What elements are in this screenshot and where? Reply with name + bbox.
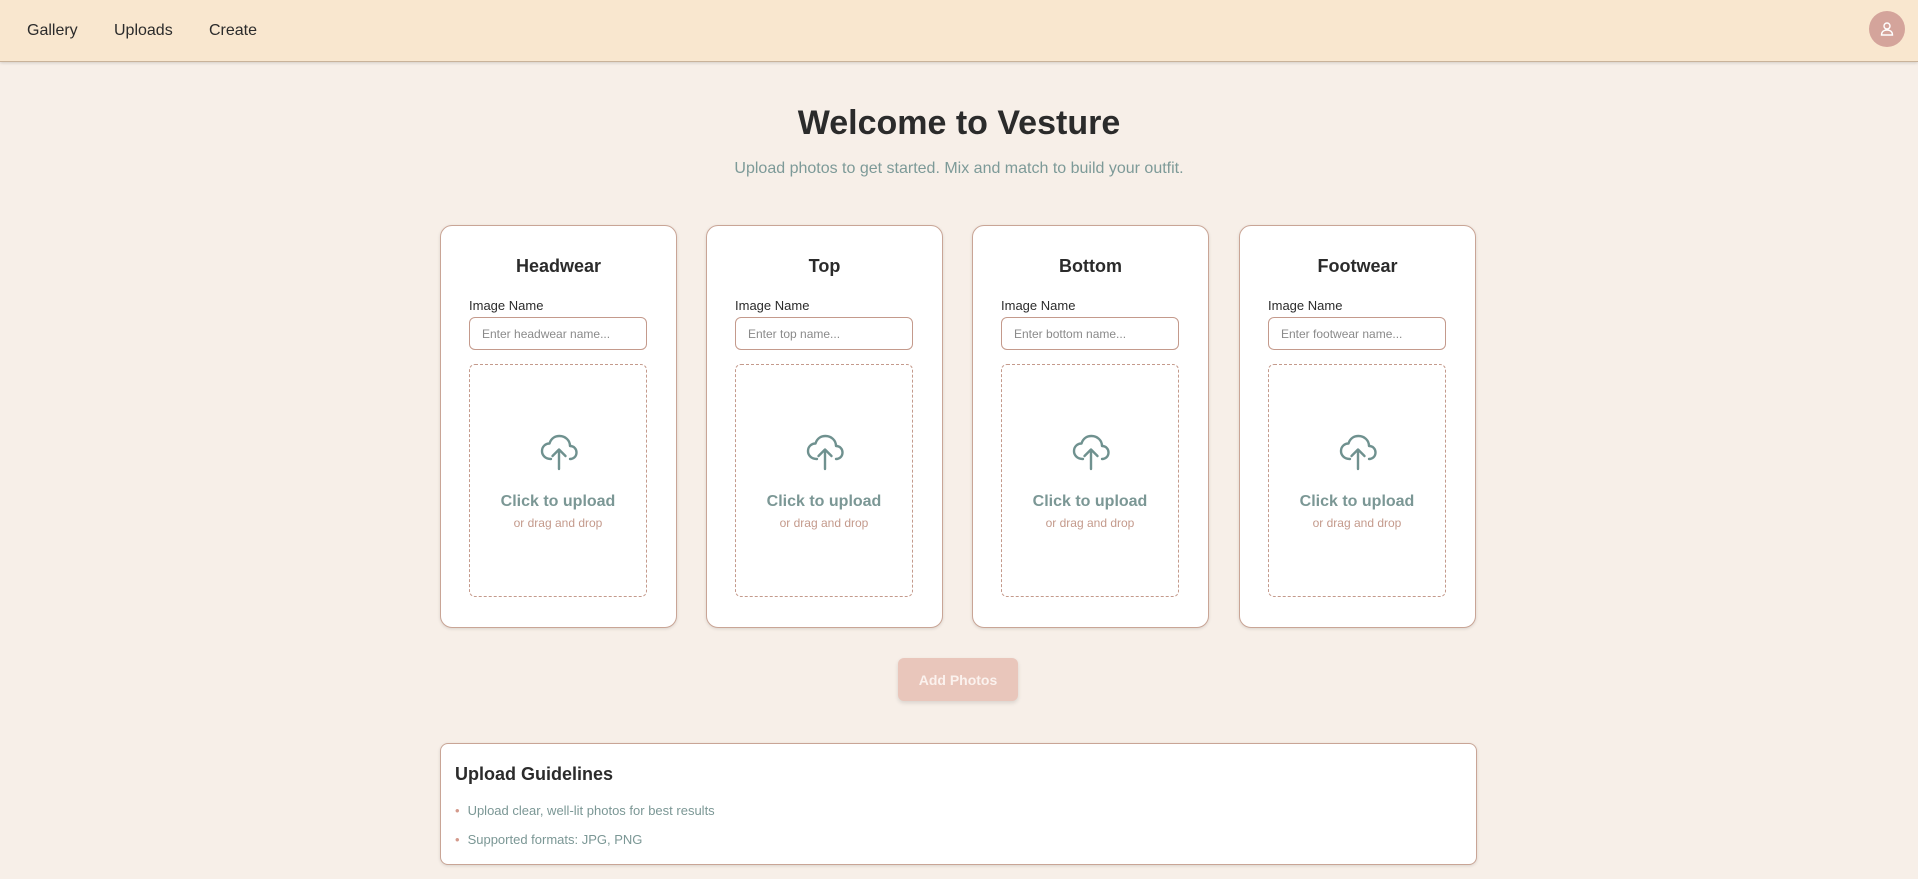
card-title: Top [808, 256, 841, 276]
nav-gallery-link[interactable]: Gallery [27, 22, 78, 40]
click-to-upload-text: Click to upload [1299, 493, 1415, 510]
bullet-icon: • [455, 832, 460, 847]
bottom-card: Bottom Image Name Click to upload or dra… [972, 225, 1209, 628]
footwear-dropzone[interactable]: Click to upload or drag and drop [1268, 364, 1446, 597]
click-to-upload-text: Click to upload [500, 493, 616, 510]
bottom-name-input[interactable] [1001, 317, 1179, 350]
page-subtitle: Upload photos to get started. Mix and ma… [734, 160, 1184, 177]
top-name-input[interactable] [735, 317, 913, 350]
footwear-card: Footwear Image Name Click to upload or d… [1239, 225, 1476, 628]
add-photos-button[interactable]: Add Photos [898, 658, 1018, 701]
bottom-dropzone[interactable]: Click to upload or drag and drop [1001, 364, 1179, 597]
bullet-icon: • [455, 803, 460, 818]
nav-create-link[interactable]: Create [209, 22, 257, 40]
image-name-label: Image Name [469, 298, 544, 313]
card-title: Bottom [1059, 256, 1122, 276]
top-card: Top Image Name Click to upload or drag a… [706, 225, 943, 628]
top-dropzone[interactable]: Click to upload or drag and drop [735, 364, 913, 597]
cloud-upload-icon [540, 434, 578, 471]
drag-drop-text: or drag and drop [779, 516, 869, 530]
image-name-label: Image Name [1268, 298, 1343, 313]
guidelines-title: Upload Guidelines [455, 764, 614, 784]
guideline-text: Supported formats: JPG, PNG [467, 832, 643, 847]
top-nav-bar: Gallery Uploads Create [0, 0, 1918, 62]
card-title: Footwear [1317, 256, 1398, 276]
cloud-upload-icon [1339, 434, 1377, 471]
headwear-card: Headwear Image Name Click to upload or d… [440, 225, 677, 628]
guideline-item: • Upload clear, well-lit photos for best … [455, 803, 715, 818]
cloud-upload-icon [1072, 434, 1110, 471]
click-to-upload-text: Click to upload [766, 493, 882, 510]
user-avatar-button[interactable] [1869, 11, 1905, 47]
image-name-label: Image Name [735, 298, 810, 313]
page-title: Welcome to Vesture [797, 104, 1121, 142]
drag-drop-text: or drag and drop [1312, 516, 1402, 530]
drag-drop-text: or drag and drop [1045, 516, 1135, 530]
guideline-text: Upload clear, well-lit photos for best r… [467, 803, 715, 818]
guideline-item: • Supported formats: JPG, PNG [455, 832, 642, 847]
nav-uploads-link[interactable]: Uploads [114, 22, 173, 40]
user-icon [1880, 22, 1894, 36]
headwear-name-input[interactable] [469, 317, 647, 350]
headwear-dropzone[interactable]: Click to upload or drag and drop [469, 364, 647, 597]
footwear-name-input[interactable] [1268, 317, 1446, 350]
click-to-upload-text: Click to upload [1032, 493, 1148, 510]
card-title: Headwear [515, 256, 602, 276]
upload-guidelines-panel: Upload Guidelines • Upload clear, well-li… [440, 743, 1477, 865]
drag-drop-text: or drag and drop [513, 516, 603, 530]
cloud-upload-icon [806, 434, 844, 471]
image-name-label: Image Name [1001, 298, 1076, 313]
